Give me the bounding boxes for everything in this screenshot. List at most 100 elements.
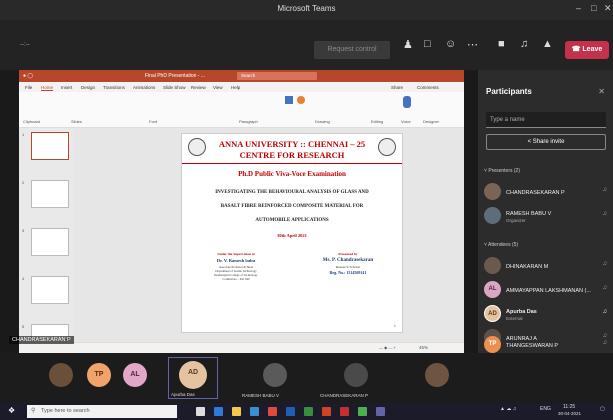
maximize-icon[interactable]: □	[591, 3, 596, 13]
ribbon-group-editing: Editing	[371, 119, 384, 124]
slide-thumbnail[interactable]	[31, 228, 69, 256]
tile-name: RAMESH BABU V	[242, 393, 280, 398]
edge-icon[interactable]	[214, 407, 223, 416]
video-tile-active-speaker[interactable]: AD Apurba Das	[168, 357, 218, 399]
share-invite-label: Share invite	[532, 139, 565, 145]
participant-row[interactable]: CHANDRASEKARAN P ♫	[484, 182, 609, 204]
arrange-icon[interactable]	[297, 96, 305, 104]
ppt-tab-slideshow[interactable]: Slide Show	[163, 85, 186, 90]
clock-date[interactable]: 30-04-2021	[558, 411, 581, 416]
chat-icon[interactable]: □	[424, 38, 431, 50]
mic-muted-icon[interactable]: ♫	[520, 38, 528, 50]
video-tile[interactable]: RAMESH BABU V	[240, 357, 310, 399]
ppt-tab-insert[interactable]: Insert	[61, 85, 72, 90]
powerpoint-window: ● ◯ Final PhD Presentation - ... Search …	[19, 70, 464, 353]
ppt-tab-animations[interactable]: Animations	[133, 85, 155, 90]
video-tile[interactable]: CHANDRASEKARAN P	[318, 357, 394, 399]
ribbon-group-voice: Voice	[401, 119, 411, 124]
powerpoint-icon[interactable]	[322, 407, 331, 416]
supervisor-block: Under the Supervision of Dr. V. Ramesh b…	[196, 252, 276, 281]
slide-thumbnail[interactable]	[31, 132, 69, 160]
avatar	[484, 257, 501, 274]
excel-icon[interactable]	[304, 407, 313, 416]
participant-row[interactable]: TP THANGESWARAN P ♫	[484, 335, 609, 357]
thumb-number: 3	[22, 228, 25, 233]
participant-video	[49, 363, 73, 387]
window-title: Microsoft Teams	[277, 4, 336, 13]
participants-panel: Participants ✕ Type a name < Share invit…	[478, 70, 613, 353]
ppt-tab-file[interactable]: File	[25, 85, 32, 90]
participant-search-input[interactable]: Type a name	[486, 112, 606, 128]
video-tile[interactable]: TP	[82, 357, 116, 399]
store-icon[interactable]	[250, 407, 259, 416]
dictate-icon[interactable]	[403, 96, 411, 108]
ppt-tab-review[interactable]: Review	[191, 85, 206, 90]
tile-name: CHANDRASEKARAN P	[320, 393, 369, 398]
notifications-icon[interactable]: ▢	[600, 406, 605, 412]
supervisor-heading: Under the Supervision of	[217, 252, 255, 256]
ppt-tab-help[interactable]: Help	[231, 85, 240, 90]
request-control-button[interactable]: Request control	[314, 41, 390, 59]
share-tray-icon[interactable]: ▲	[542, 38, 553, 50]
clock-time[interactable]: 11:25	[563, 404, 575, 410]
more-options-icon[interactable]: ⋯	[467, 38, 478, 51]
slide-page-number: 1	[393, 323, 396, 328]
minimize-icon[interactable]: –	[576, 3, 581, 13]
ppt-file-title: Final PhD Presentation - ...	[145, 73, 206, 79]
participant-row[interactable]: RAMESH BABU V Organizer ♫	[484, 206, 609, 228]
ppt-tab-design[interactable]: Design	[81, 85, 95, 90]
close-icon[interactable]: ✕	[604, 3, 612, 14]
camera-icon[interactable]: ■	[498, 38, 505, 50]
file-explorer-icon[interactable]	[232, 407, 241, 416]
mic-off-icon: ♫	[602, 211, 608, 217]
teams-icon[interactable]	[376, 407, 385, 416]
slide-thumbnail[interactable]	[31, 180, 69, 208]
presenters-section-header[interactable]: ˅ Presenters (2)	[484, 168, 520, 174]
participants-icon[interactable]: ♟	[403, 38, 413, 51]
tray-icons[interactable]: ▲ ☁ ♫	[500, 406, 516, 412]
shapes-icon[interactable]	[285, 96, 293, 104]
ppt-tab-transitions[interactable]: Transitions	[103, 85, 125, 90]
slide-thumbnail[interactable]	[31, 276, 69, 304]
slide-thesis-line3: AUTOMOBILE APPLICATIONS	[255, 218, 329, 223]
ppt-search-box[interactable]: Search	[237, 72, 317, 80]
app-icon[interactable]	[268, 407, 277, 416]
ribbon-group-slides: Slides	[71, 119, 82, 124]
participant-name: CHANDRASEKARAN P	[506, 190, 565, 196]
presenter-reg-no: Reg. No.: 1514569141	[329, 270, 367, 275]
participant-video	[344, 363, 368, 387]
participant-row[interactable]: DHINAKARAN M ♫	[484, 256, 609, 278]
ppt-comments-button[interactable]: Comments	[417, 85, 439, 90]
ppt-tab-home[interactable]: Home	[41, 85, 53, 90]
participant-row[interactable]: AD Apurba Das External ♫	[484, 304, 609, 326]
ppt-tab-view[interactable]: View	[213, 85, 223, 90]
mic-off-icon: ♫	[602, 340, 608, 346]
participant-name: THANGESWARAN P	[506, 343, 559, 349]
share-invite-button[interactable]: < Share invite	[486, 134, 606, 150]
video-tile[interactable]	[44, 357, 78, 399]
close-panel-icon[interactable]: ✕	[598, 87, 605, 96]
acrobat-icon[interactable]	[340, 407, 349, 416]
leave-button[interactable]: ☎ Leave	[565, 41, 609, 59]
video-tile[interactable]: AL	[118, 357, 152, 399]
zoom-slider[interactable]: — ◆ — +	[379, 345, 396, 350]
ribbon-group-designer: Designer	[423, 119, 440, 124]
current-slide[interactable]: ANNA UNIVERSITY :: CHENNAI – 25 CENTRE F…	[181, 133, 403, 333]
word-icon[interactable]	[286, 407, 295, 416]
reactions-icon[interactable]: ☺	[445, 38, 456, 50]
participants-title: Participants	[486, 87, 532, 96]
participant-role: Organizer	[506, 218, 526, 223]
chrome-icon[interactable]	[358, 407, 367, 416]
ppt-share-button[interactable]: Share	[391, 85, 403, 90]
attendees-section-header[interactable]: ˅ Attendees (5)	[484, 242, 518, 248]
avatar: AD	[179, 361, 207, 389]
ribbon-group-clipboard: Clipboard	[23, 119, 41, 124]
windows-start-icon[interactable]: ❖	[8, 406, 15, 415]
task-view-icon[interactable]	[196, 407, 205, 416]
avatar: AL	[123, 363, 147, 387]
video-tile[interactable]	[418, 357, 456, 399]
taskbar-search-input[interactable]: ⚲ Type here to search	[27, 405, 177, 418]
participant-row[interactable]: AL AMMAYAPPAN LAKSHMANAN (... ♫	[484, 280, 609, 302]
language-indicator[interactable]: ENG	[540, 406, 551, 412]
search-icon: ⚲	[31, 408, 36, 414]
